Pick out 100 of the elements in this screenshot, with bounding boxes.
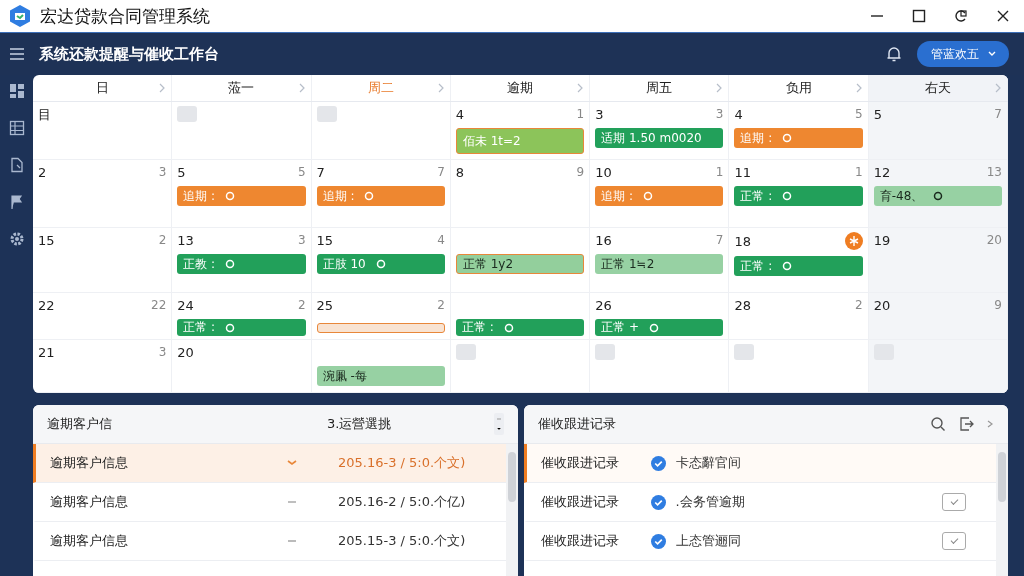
day-number: 目 [38,106,51,124]
circle-icon [225,322,236,333]
circle-icon [782,261,793,271]
event-count: 22 [151,298,167,312]
restore-icon[interactable] [954,9,968,23]
chevron-right-icon[interactable] [986,419,994,429]
document-icon[interactable] [8,157,25,173]
grid-icon[interactable] [8,120,25,136]
day-number: 8 [455,164,465,180]
event-count: 3 [158,345,167,359]
day-number: 4 [455,106,465,122]
table-cell-text: 上态管逦同 [675,532,742,550]
close-icon[interactable] [996,9,1010,23]
checkbox[interactable] [942,493,966,511]
weekday-tab[interactable]: 负用 [785,79,812,97]
event-chip[interactable]: 育-48、 [873,186,1002,206]
scrollbar[interactable] [505,444,518,576]
table-row[interactable]: 催收跟进记录 上态管逦同 [523,522,996,561]
event-chip[interactable]: 正常 1y2 [455,254,585,274]
day-number: 2 [38,164,47,180]
event-count: 7 [715,233,724,247]
chevron-right-icon[interactable] [159,83,166,93]
circle-icon [364,191,375,201]
table-cell-text: 催收跟进记录 [540,454,620,472]
event-count: 5 [855,107,863,121]
table-cell-text: 催收跟进记录 [540,493,620,511]
event-count: 2 [158,233,167,247]
day-number: 7 [316,164,325,180]
table-cell-text: 逾期客户信息 [50,454,129,472]
table-cell-text: 逾期客户信息 [50,493,129,511]
day-number: 5 [177,164,186,180]
event-count: 20 [986,233,1002,247]
check-circle-icon [650,455,666,471]
circle-icon [225,191,236,201]
day-number: 12 [873,164,891,180]
export-icon[interactable] [958,416,974,432]
page-title: 系统还款提醒与催收工作台 [39,44,219,64]
circle-icon [933,191,944,201]
sort-icon[interactable] [493,413,504,435]
table-cell-text: 逾期客户信息 [50,532,129,550]
event-count: 3 [297,233,306,247]
column-header: 逾期客户信 [47,415,113,433]
caret-icon[interactable] [286,459,298,467]
event-chip[interactable]: 涴凲 -每 [316,366,445,386]
caret-icon[interactable] [987,50,997,58]
chevron-right-icon[interactable] [577,83,584,93]
app-logo-icon [8,4,32,28]
table-row[interactable]: 催收跟进记录 .会务管逾期 [523,483,996,522]
day-number: 18 [734,233,751,249]
table-row[interactable]: 催收跟进记录 卡态辭官间 [523,444,996,483]
chevron-right-icon[interactable] [855,83,862,93]
menu-icon[interactable] [9,47,25,61]
circle-icon [782,191,793,201]
flag-icon[interactable] [8,194,25,210]
day-number: 19 [873,232,891,248]
day-number: 11 [734,164,751,180]
dashboard-icon[interactable] [8,83,25,99]
check-circle-icon [650,533,666,549]
window-title: 宏达贷款合同管理系统 [40,4,210,28]
weekday-tab[interactable]: 日 [95,79,109,97]
chevron-right-icon[interactable] [298,83,305,93]
event-count: 3 [715,107,724,121]
bell-icon[interactable] [885,45,903,63]
event-count: 3 [158,165,167,179]
weekday-tab[interactable]: 蒞一 [228,79,255,97]
event-chip[interactable]: 正常 1≒2 [595,254,724,274]
maximize-icon[interactable] [912,9,926,23]
day-number: 13 [177,232,194,248]
day-number: 10 [595,164,612,180]
table-cell: 205.16-3 / 5:0.个文) [338,454,466,472]
event-count: 13 [986,165,1002,179]
event-count: 9 [994,298,1002,312]
scrollbar[interactable] [996,444,1008,576]
table-row[interactable]: 逾期客户信息 205.16-3 / 5:0.个文) [33,444,506,483]
user-menu-button[interactable]: 管蓝欢五 [917,41,1009,67]
day-number: 24 [177,297,194,313]
table-cell: 205.16-2 / 5:0.个亿) [338,493,466,511]
table-row[interactable]: 逾期客户信息 205.15-3 / 5:0.个文) [33,522,506,561]
chevron-right-icon[interactable] [437,83,444,93]
checkbox[interactable] [942,532,966,550]
search-icon[interactable] [930,416,946,432]
circle-icon [649,322,659,333]
weekday-tab[interactable]: 右天 [924,79,951,97]
day-number: 15 [316,232,334,248]
table-row[interactable]: 逾期客户信息 205.16-2 / 5:0.个亿) [33,483,506,522]
day-number: 28 [734,297,751,313]
table-cell-text: 催收跟进记录 [540,532,620,550]
chevron-right-icon[interactable] [995,83,1001,93]
event-count: 1 [855,165,863,179]
column-header: 3.运營選挑 [327,415,393,433]
chevron-right-icon[interactable] [716,83,723,93]
day-number: 4 [734,106,743,122]
circle-icon [782,133,793,143]
table-cell-text: 卡态辭官间 [675,454,742,472]
settings-icon[interactable] [8,231,25,247]
weekday-tab[interactable]: 周五 [646,79,673,97]
empty-event-bar[interactable] [316,323,445,333]
event-count: 2 [855,298,863,312]
weekday-tab[interactable]: 逾期 [507,79,533,97]
day-number: 21 [38,344,55,360]
